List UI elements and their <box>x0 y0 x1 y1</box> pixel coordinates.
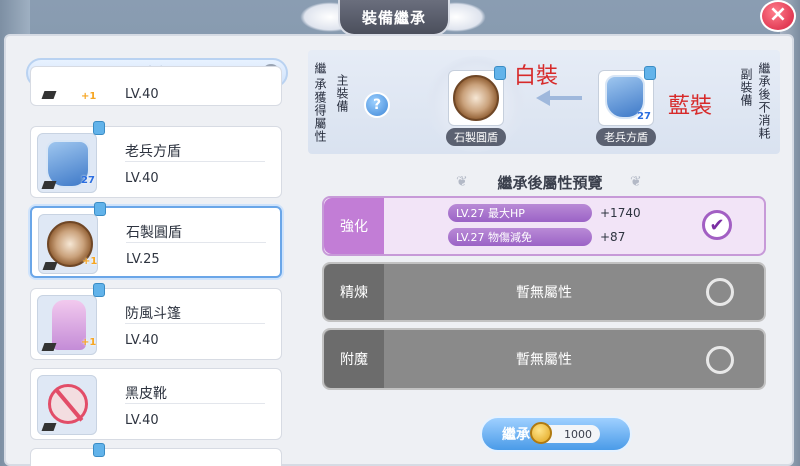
list-item[interactable]: +1 LV.40 <box>30 66 282 106</box>
row-category: 精煉 <box>324 264 384 320</box>
item-level: LV.40 <box>125 171 159 186</box>
item-level: LV.25 <box>126 252 160 267</box>
divider <box>126 242 266 243</box>
cost-pill: 1000 <box>530 422 600 444</box>
target-slot-label: 石製圓盾 <box>446 128 506 146</box>
cost-value: 1000 <box>564 427 592 441</box>
row-category: 附魔 <box>324 330 384 388</box>
item-name: 石製圓盾 <box>126 225 182 241</box>
item-badge: +1 <box>81 337 97 348</box>
lock-icon <box>494 66 506 80</box>
preview-title: 繼承後屬性預覽 <box>497 174 603 192</box>
divider <box>125 161 265 162</box>
stat-label: LV.27 物傷減免 <box>448 228 592 246</box>
caption-col-2: 繼承後不消耗 <box>757 62 771 140</box>
list-item[interactable]: 27 老兵方盾 LV.40 <box>30 121 282 198</box>
sub-equip-caption: 副裝備 繼承後不消耗 <box>734 56 778 150</box>
item-name: 防風斗篷 <box>125 306 181 322</box>
caption-col-2: 承獲得屬性 <box>313 78 327 143</box>
item-badge: +1 <box>82 256 98 267</box>
coin-icon <box>530 422 552 444</box>
lock-icon <box>93 443 105 457</box>
lock-icon <box>644 66 656 80</box>
item-badge: +1 <box>81 91 97 102</box>
equipment-list[interactable]: 全部 ▼ +1 LV.40 27 老兵方盾 LV.40 +1 石製圓盾 LV.2… <box>20 50 294 466</box>
item-badge: 27 <box>81 175 95 186</box>
round-shield-icon <box>453 75 499 121</box>
row-refine[interactable]: 精煉 暫無屬性 <box>322 262 766 322</box>
grade-mark-icon <box>41 91 57 99</box>
list-item-selected[interactable]: +1 石製圓盾 LV.25 <box>30 202 282 278</box>
inherit-button[interactable]: 繼承 1000 <box>480 416 632 452</box>
close-button[interactable]: × <box>760 0 796 32</box>
stat-value: +1740 <box>600 206 641 220</box>
no-attribute-text: 暫無屬性 <box>516 352 572 368</box>
radio-circle-icon[interactable] <box>706 346 734 374</box>
item-level: LV.40 <box>125 333 159 348</box>
swirl-right-icon: ❦ <box>630 174 642 190</box>
list-item[interactable]: +1 防風斗篷 LV.40 <box>30 283 282 360</box>
help-button[interactable]: ? <box>364 92 390 118</box>
divider <box>125 403 265 404</box>
caption-col-1: 副裝備 <box>739 68 753 107</box>
inherit-button-label: 繼承 <box>502 427 530 443</box>
no-attribute-text: 暫無屬性 <box>516 285 572 301</box>
note-white: 白裝 <box>514 64 559 89</box>
caption-col-1: 繼 <box>313 62 327 75</box>
item-name: 老兵方盾 <box>125 144 181 160</box>
item-level: LV.40 <box>125 87 159 102</box>
list-item[interactable] <box>30 443 282 466</box>
arrow-shaft <box>548 96 582 100</box>
checkmark-icon[interactable]: ✔ <box>702 210 732 240</box>
boots-disabled-icon <box>48 384 88 424</box>
page-title: 裝備繼承 <box>338 0 450 36</box>
row-category: 強化 <box>324 198 384 254</box>
caption-col-3: 主裝備 <box>335 74 349 113</box>
item-level: LV.40 <box>125 413 159 428</box>
item-name: 黑皮靴 <box>125 386 167 402</box>
source-slot-label: 老兵方盾 <box>596 128 656 146</box>
source-badge: 27 <box>637 111 651 122</box>
divider <box>125 323 265 324</box>
stat-label: LV.27 最大HP <box>448 204 592 222</box>
row-enhance[interactable]: 強化 LV.27 最大HP +1740 LV.27 物傷減免 +87 ✔ <box>322 196 766 256</box>
note-blue: 藍裝 <box>668 94 713 119</box>
list-item[interactable]: 黑皮靴 LV.40 <box>30 368 282 440</box>
lock-icon <box>94 202 106 216</box>
row-enchant[interactable]: 附魔 暫無屬性 <box>322 328 766 390</box>
arrow-left-icon <box>536 90 582 106</box>
main-equip-caption: 繼 承獲得屬性 主裝備 <box>312 56 352 150</box>
radio-circle-icon[interactable] <box>706 278 734 306</box>
lock-icon <box>93 283 105 297</box>
lock-icon <box>93 121 105 135</box>
stat-value: +87 <box>600 230 626 244</box>
